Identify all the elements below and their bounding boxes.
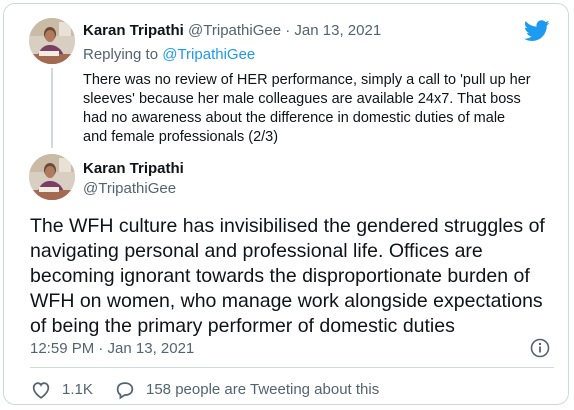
author-handle[interactable]: @TripathiGee [188,22,281,39]
main-tweet-text: The WFH culture has invisibilised the ge… [30,215,545,337]
replying-to-line: Replying to @TripathiGee [83,46,255,63]
twitter-bird-icon[interactable] [524,20,550,42]
avatar-photo [29,18,75,64]
like-count[interactable]: 1.1K [62,381,93,398]
author-name[interactable]: Karan Tripathi [83,160,184,177]
divider [30,367,554,368]
parent-tweet-text: There was no review of HER performance, … [83,72,531,145]
replying-to-handle-link[interactable]: @TripathiGee [162,46,255,63]
tweet-timestamp-link[interactable]: 12:59 PM · Jan 13, 2021 [30,340,194,357]
tweeting-about-this-link[interactable]: 158 people are Tweeting about this [146,381,379,398]
avatar[interactable] [29,18,75,64]
speech-bubble-icon[interactable] [114,379,136,401]
info-icon[interactable] [530,338,550,358]
parent-tweet-header: Karan Tripathi @TripathiGee · Jan 13, 20… [83,22,381,39]
separator-dot: · [285,22,291,39]
heart-icon[interactable] [30,379,52,401]
author-handle[interactable]: @TripathiGee [83,180,176,197]
tweet-embed-card[interactable]: Karan Tripathi @TripathiGee · Jan 13, 20… [3,3,569,405]
author-name[interactable]: Karan Tripathi [83,22,184,39]
avatar[interactable] [29,154,75,200]
tweet-date[interactable]: Jan 13, 2021 [294,22,381,39]
avatar-photo [29,154,75,200]
replying-to-label: Replying to [83,46,159,63]
thread-connector-line [51,68,53,148]
